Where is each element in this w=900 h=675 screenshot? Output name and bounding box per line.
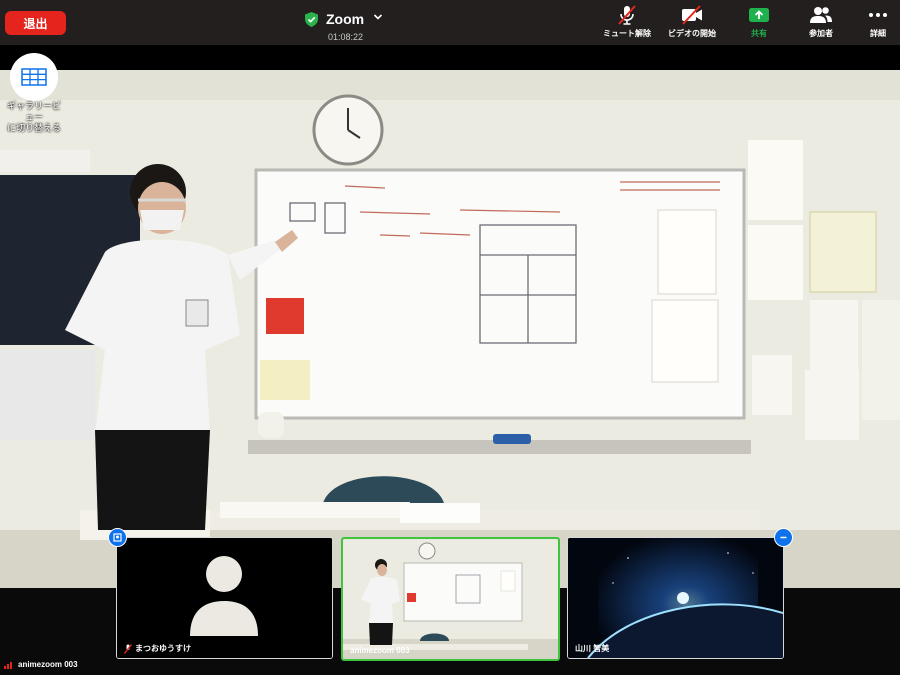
start-video-button[interactable]: ビデオの開始	[664, 5, 720, 45]
participant-name: まつおゆうすけ	[123, 643, 191, 654]
share-screen-button[interactable]: 共有	[744, 5, 774, 45]
participant-tile-active[interactable]: animezoom 003	[341, 537, 560, 661]
hide-minimize-icon[interactable]	[774, 528, 793, 547]
meeting-timer: 01:08:22	[328, 32, 364, 42]
participant-tile[interactable]: まつおゆうすけ	[116, 537, 333, 659]
pin-video-icon[interactable]	[108, 528, 127, 547]
participants-icon	[810, 7, 832, 23]
mic-muted-icon	[618, 5, 636, 25]
active-speaker-video	[0, 70, 900, 590]
self-view-name: animezoom 003	[4, 660, 78, 669]
participants-button[interactable]: 参加者	[804, 5, 838, 45]
video-off-icon	[682, 5, 702, 25]
participant-name: animezoom 003	[350, 646, 410, 655]
video-letterbox-top	[0, 45, 900, 70]
unmute-label: ミュート解除	[603, 29, 651, 38]
security-shield-icon	[305, 12, 318, 27]
gallery-view-label: ギャラリービ ュー に切り替える	[6, 101, 61, 133]
classroom-scene	[0, 70, 900, 590]
earth-background-video	[568, 538, 783, 658]
meeting-title-area[interactable]: Zoom 01:08:22	[300, 8, 400, 42]
meeting-title: Zoom	[326, 11, 365, 27]
signal-strength-icon	[4, 661, 12, 669]
share-screen-icon	[749, 8, 769, 22]
more-dots-icon	[869, 13, 887, 17]
participants-label: 参加者	[809, 29, 833, 38]
participant-tile[interactable]: 山川 智美	[567, 537, 784, 659]
switch-to-gallery-view-button[interactable]	[10, 53, 58, 101]
gallery-grid-icon	[21, 68, 47, 86]
start-video-label: ビデオの開始	[668, 29, 716, 38]
chevron-down-icon[interactable]	[373, 12, 383, 22]
more-button[interactable]: 詳細	[864, 5, 892, 45]
unmute-button[interactable]: ミュート解除	[600, 5, 654, 45]
avatar-placeholder-icon	[117, 538, 332, 658]
more-label: 詳細	[870, 29, 886, 38]
leave-button[interactable]: 退出	[5, 11, 66, 35]
mic-muted-icon	[123, 643, 133, 654]
participant-video	[343, 539, 558, 659]
meeting-toolbar: 退出 Zoom 01:08:22 ミュート解除 ビデオの開始 共有 参加者 詳細	[0, 0, 900, 45]
share-screen-label: 共有	[751, 29, 767, 38]
participant-name: 山川 智美	[575, 644, 610, 653]
